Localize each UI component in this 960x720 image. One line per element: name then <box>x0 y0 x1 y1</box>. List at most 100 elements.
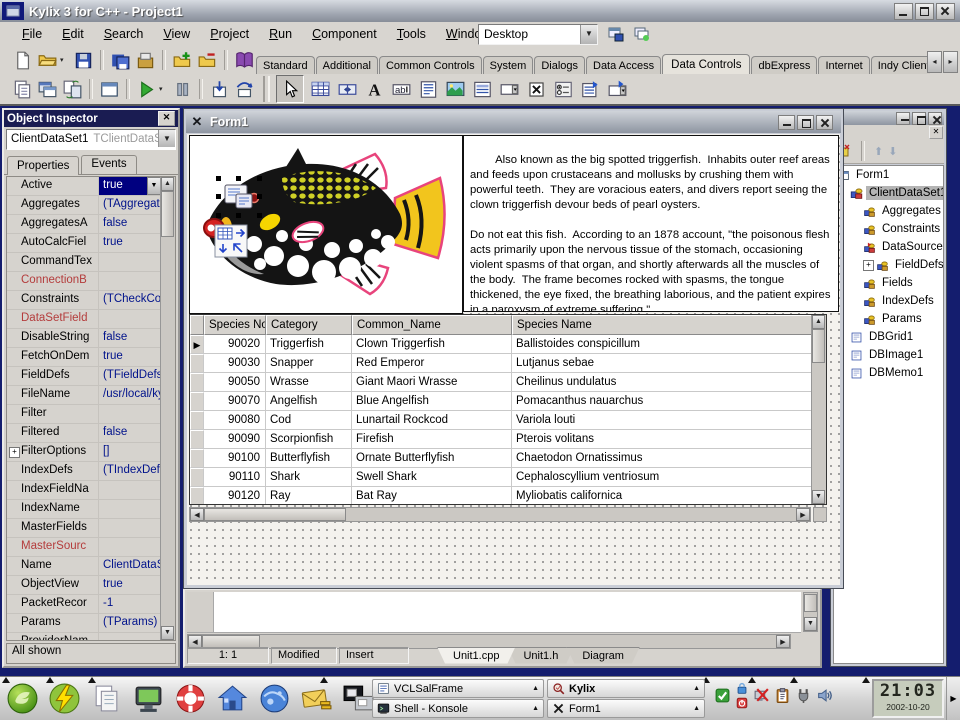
run-button[interactable] <box>135 78 158 101</box>
property-value[interactable]: ClientDataSet <box>99 557 161 575</box>
grid-cell[interactable]: Butterflyfish <box>266 449 352 468</box>
scroll-left-icon[interactable]: ◀ <box>190 508 204 521</box>
tree-item-datasource1[interactable]: DataSource1 <box>834 238 943 256</box>
popup-arrow-icon[interactable]: ▲ <box>532 705 539 712</box>
minimize-button[interactable] <box>894 3 913 20</box>
scrollbar-thumb[interactable] <box>161 191 174 237</box>
property-value[interactable]: (TCheckConst <box>99 291 161 309</box>
grid-cell[interactable]: Clown Triggerfish <box>352 335 512 354</box>
palette-tab-standard[interactable]: Standard <box>256 56 315 74</box>
documents-icon[interactable] <box>88 680 125 717</box>
property-row-aggregatesa[interactable]: AggregatesAfalse <box>7 215 161 234</box>
grid-cell[interactable]: Firefish <box>352 430 512 449</box>
maximize-button[interactable] <box>912 112 926 125</box>
grid-cell[interactable]: 90020 <box>204 335 266 354</box>
run-dropdown-icon[interactable]: ▾ <box>159 85 168 93</box>
menu-item-run[interactable]: Run <box>259 24 302 44</box>
grid-cell[interactable]: Snapper <box>266 354 352 373</box>
save-desktop-button[interactable] <box>604 23 627 44</box>
palette-tab-data-access[interactable]: Data Access <box>586 56 661 74</box>
close-button[interactable] <box>936 3 955 20</box>
grid-cell[interactable]: Angelfish <box>266 392 352 411</box>
close-button[interactable] <box>928 112 942 125</box>
grid-cell[interactable]: 90090 <box>204 430 266 449</box>
property-row-commandtex[interactable]: CommandTex <box>7 253 161 272</box>
property-row-providernam[interactable]: ProviderNam <box>7 633 161 641</box>
save-all-button[interactable] <box>109 49 132 72</box>
lock-icon[interactable] <box>735 681 749 695</box>
grid-data-row[interactable]: 90090ScorpionfishFirefishPterois volitan… <box>190 430 812 449</box>
grid-cell[interactable]: Giant Maori Wrasse <box>352 373 512 392</box>
property-value[interactable] <box>99 538 161 556</box>
close-button[interactable] <box>816 115 833 130</box>
menu-item-file[interactable]: File <box>12 24 52 44</box>
open-dropdown-icon[interactable]: ▾ <box>60 56 69 64</box>
datasource-design-component[interactable] <box>214 224 248 263</box>
property-row-autocalcfiel[interactable]: AutoCalcFieltrue <box>7 234 161 253</box>
tree-item-params[interactable]: Params <box>834 310 943 328</box>
grid-data-row[interactable]: 90030SnapperRed EmperorLutjanus sebae <box>190 354 812 373</box>
grid-cell[interactable]: Red Emperor <box>352 354 512 373</box>
property-value[interactable]: false <box>99 424 161 442</box>
scroll-down-icon[interactable]: ▼ <box>804 617 817 631</box>
close-icon[interactable]: ✕ <box>929 126 943 139</box>
grid-cell[interactable]: Ballistoides conspicillum <box>512 335 812 354</box>
clientdataset-design-component[interactable] <box>216 176 262 218</box>
konqueror-icon[interactable] <box>256 680 293 717</box>
property-value[interactable]: false <box>99 329 161 347</box>
tree-item-dbimage1[interactable]: DBImage1 <box>834 346 943 364</box>
scroll-up-icon[interactable]: ▲ <box>161 177 174 191</box>
db-image-component-button[interactable] <box>443 77 468 102</box>
form-titlebar[interactable]: ✕ Form1 <box>186 111 841 133</box>
grid-cell[interactable]: Wrasse <box>266 373 352 392</box>
property-row-constraints[interactable]: Constraints(TCheckConst <box>7 291 161 310</box>
db-listbox-component-button[interactable] <box>470 77 495 102</box>
property-row-packetrecor[interactable]: PacketRecor-1 <box>7 595 161 614</box>
move-up-icon[interactable]: ⬆ <box>874 145 883 158</box>
grid-horizontal-scrollbar[interactable]: ◀ ▶ <box>189 507 811 522</box>
property-row-filteroptions[interactable]: FilterOptions+[] <box>7 443 161 462</box>
grid-cell[interactable]: Bat Ray <box>352 487 512 504</box>
grid-cell[interactable]: Blue Angelfish <box>352 392 512 411</box>
property-value[interactable]: true <box>99 576 161 594</box>
palette-tab-system[interactable]: System <box>483 56 534 74</box>
tree-item-form1[interactable]: Form1 <box>834 166 943 184</box>
tree-item-fielddefs[interactable]: +FieldDefs <box>834 256 943 274</box>
palette-tab-common-controls[interactable]: Common Controls <box>379 56 482 74</box>
db-edit-component-button[interactable]: ab <box>389 77 414 102</box>
dbmemo-description[interactable]: Also known as the big spotted triggerfis… <box>463 135 839 312</box>
remove-from-project-button[interactable] <box>196 49 219 72</box>
suse-menu-icon[interactable] <box>4 680 41 717</box>
property-row-objectview[interactable]: ObjectViewtrue <box>7 576 161 595</box>
db-navigator-component-button[interactable] <box>335 77 360 102</box>
property-value[interactable] <box>99 272 161 290</box>
step-over-button[interactable] <box>233 78 256 101</box>
grid-cell[interactable]: Swell Shark <box>352 468 512 487</box>
grid-cell[interactable]: 90120 <box>204 487 266 504</box>
property-row-name[interactable]: NameClientDataSet <box>7 557 161 576</box>
grid-cell[interactable]: Variola louti <box>512 411 812 430</box>
klipper-icon[interactable] <box>774 687 791 704</box>
tree-item-constraints[interactable]: Constraints <box>834 220 943 238</box>
grid-cell[interactable]: Pterois volitans <box>512 430 812 449</box>
grid-data-row[interactable]: ▶90020TriggerfishClown TriggerfishBallis… <box>190 335 812 354</box>
property-value[interactable]: (TIndexDefs) <box>99 462 161 480</box>
db-lookup-listbox-component-button[interactable] <box>578 77 603 102</box>
property-value[interactable]: true▼ <box>99 177 161 195</box>
property-row-masterfields[interactable]: MasterFields <box>7 519 161 538</box>
popup-arrow-icon[interactable]: ▲ <box>693 705 700 712</box>
grid-cell[interactable]: Lunartail Rockcod <box>352 411 512 430</box>
move-down-icon[interactable]: ⬇ <box>888 145 897 158</box>
palette-tab-indy-clients[interactable]: Indy Clients <box>871 56 930 74</box>
property-value[interactable] <box>99 253 161 271</box>
property-row-filename[interactable]: FileName/usr/local/kyli <box>7 386 161 405</box>
scroll-down-icon[interactable]: ▼ <box>812 490 825 504</box>
grid-cell[interactable]: 90080 <box>204 411 266 430</box>
property-value[interactable]: true <box>99 234 161 252</box>
add-to-project-button[interactable] <box>171 49 194 72</box>
scrollbar-thumb[interactable] <box>204 508 346 521</box>
grid-cell[interactable]: Ornate Butterflyfish <box>352 449 512 468</box>
property-value[interactable] <box>99 633 161 641</box>
property-row-disablestring[interactable]: DisableStringfalse <box>7 329 161 348</box>
property-value[interactable] <box>99 481 161 499</box>
